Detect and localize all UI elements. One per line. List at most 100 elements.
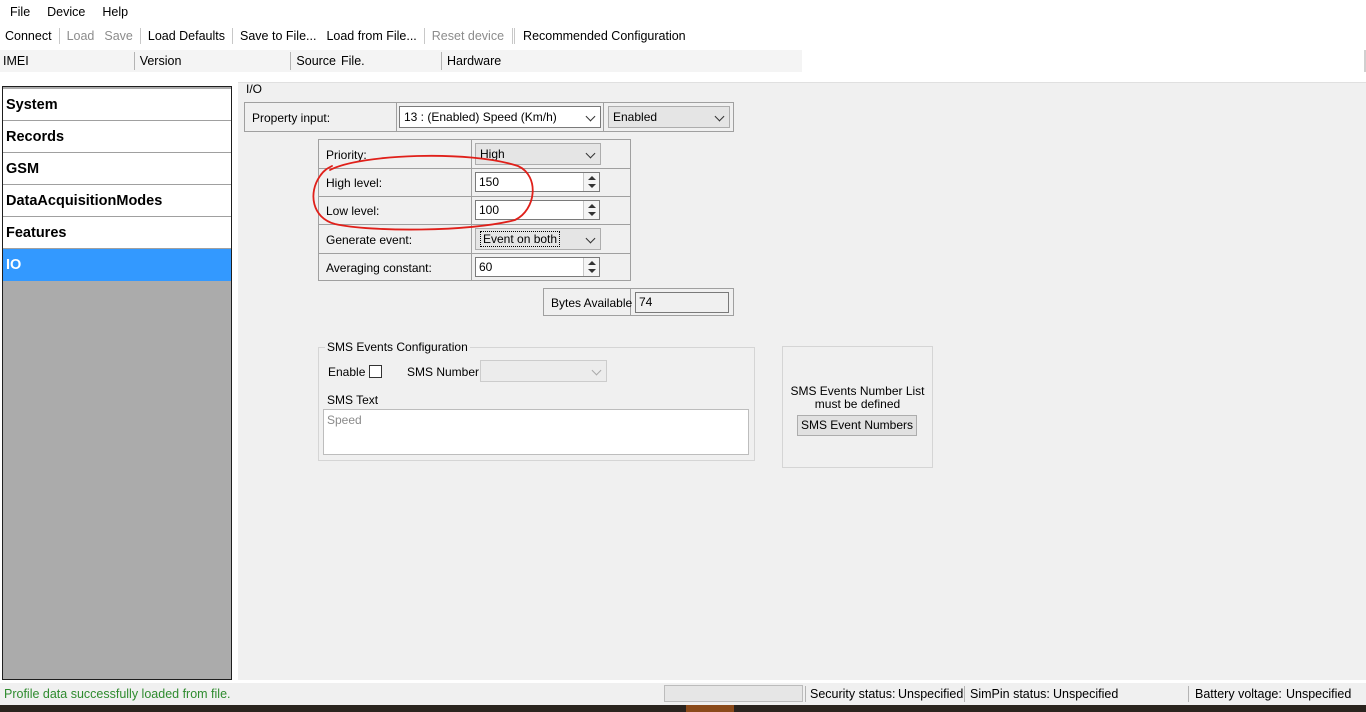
sms-event-numbers-button[interactable]: SMS Event Numbers: [797, 415, 917, 436]
enable-label: Enable: [328, 365, 366, 379]
version-value: [181, 51, 286, 71]
source-value: File.: [341, 54, 365, 68]
averaging-constant-value: 60: [479, 260, 493, 274]
reset-device-button[interactable]: Reset device: [427, 25, 509, 47]
high-level-stepper[interactable]: 150: [475, 172, 600, 192]
property-input-value: 13 : (Enabled) Speed (Km/h): [404, 110, 557, 124]
priority-select[interactable]: High: [475, 143, 601, 165]
arrow-up-icon: [588, 204, 596, 208]
toolbar-separator: [58, 28, 60, 44]
stepper-buttons[interactable]: [583, 258, 599, 276]
security-status-value: Unspecified: [898, 687, 964, 701]
sidebar-nav: System Records GSM DataAcquisitionModes …: [2, 86, 232, 680]
sms-text-area[interactable]: Speed: [323, 409, 749, 455]
imei-label: IMEI: [3, 54, 29, 68]
status-separator: [1188, 686, 1189, 702]
row-divider: [318, 253, 631, 254]
sms-numbers-notice: SMS Events Number List must be defined: [784, 385, 931, 411]
save-button[interactable]: Save: [99, 25, 138, 47]
sms-events-group-title: SMS Events Configuration: [325, 340, 470, 354]
cell-divider: [603, 102, 604, 132]
hardware-label: Hardware: [447, 54, 502, 68]
load-defaults-button[interactable]: Load Defaults: [143, 25, 230, 47]
chevron-down-icon: [585, 233, 596, 244]
sidebar-item-io[interactable]: IO: [3, 249, 231, 281]
enabled-select[interactable]: Enabled: [608, 106, 730, 128]
save-to-file-button[interactable]: Save to File...: [235, 25, 321, 47]
version-label: Version: [139, 54, 182, 68]
chevron-down-icon: [714, 111, 725, 122]
cell-divider: [471, 139, 472, 281]
status-message: Profile data successfully loaded from fi…: [4, 687, 231, 701]
status-separator: [805, 686, 806, 702]
load-button[interactable]: Load: [62, 25, 100, 47]
battery-voltage-value: Unspecified: [1286, 687, 1352, 701]
sms-number-label: SMS Number: [407, 365, 480, 379]
info-separator: [290, 52, 292, 70]
arrow-down-icon: [588, 212, 596, 216]
generate-event-label: Generate event:: [326, 233, 413, 247]
priority-value: High: [480, 147, 505, 161]
property-input-select[interactable]: 13 : (Enabled) Speed (Km/h): [399, 106, 601, 128]
menu-file[interactable]: File: [3, 0, 37, 24]
high-level-value: 150: [479, 175, 500, 189]
connect-button[interactable]: Connect: [0, 25, 57, 47]
toolbar-separator: [139, 28, 141, 44]
stepper-buttons[interactable]: [583, 173, 599, 191]
status-separator: [964, 686, 965, 702]
generate-event-value: Event on both: [480, 231, 561, 247]
page-title: I/O: [246, 82, 263, 96]
progress-bar: [664, 685, 803, 702]
battery-voltage-label: Battery voltage:: [1195, 687, 1282, 701]
bytes-available-value: 74: [635, 292, 729, 313]
source-label: Source: [296, 54, 337, 68]
toolbar-separator: [512, 28, 516, 44]
property-input-label: Property input:: [252, 111, 331, 125]
bytes-available-label: Bytes Available: [551, 296, 633, 310]
taskbar-highlight: [686, 705, 734, 712]
row-divider: [318, 168, 631, 169]
low-level-value: 100: [479, 203, 500, 217]
toolbar-separator: [423, 28, 425, 44]
sidebar-item-system[interactable]: System: [3, 89, 231, 121]
averaging-constant-stepper[interactable]: 60: [475, 257, 600, 277]
generate-event-select[interactable]: Event on both: [475, 228, 601, 250]
averaging-constant-label: Averaging constant:: [326, 261, 432, 275]
cell-divider: [396, 102, 397, 132]
sidebar-item-data-acquisition-modes[interactable]: DataAcquisitionModes: [3, 185, 231, 217]
chevron-down-icon: [585, 148, 596, 159]
simpin-status-value: Unspecified: [1053, 687, 1119, 701]
row-divider: [318, 224, 631, 225]
menu-bar: File Device Help: [0, 0, 1366, 24]
enable-checkbox[interactable]: [369, 365, 382, 378]
arrow-up-icon: [588, 261, 596, 265]
recommended-configuration-button[interactable]: Recommended Configuration: [518, 25, 691, 47]
stepper-buttons[interactable]: [583, 201, 599, 219]
low-level-label: Low level:: [326, 204, 380, 218]
sidebar-item-gsm[interactable]: GSM: [3, 153, 231, 185]
menu-device[interactable]: Device: [40, 0, 92, 24]
arrow-down-icon: [588, 184, 596, 188]
sms-text-label: SMS Text: [327, 393, 379, 407]
priority-label: Priority:: [326, 148, 367, 162]
sms-number-select[interactable]: [480, 360, 607, 382]
arrow-down-icon: [588, 269, 596, 273]
row-divider: [318, 196, 631, 197]
info-separator: [441, 52, 443, 70]
simpin-status-label: SimPin status:: [970, 687, 1050, 701]
load-from-file-button[interactable]: Load from File...: [321, 25, 421, 47]
device-info-bar: IMEI Version Source File. Hardware: [0, 50, 802, 72]
sms-numbers-notice-line2: must be defined: [814, 397, 901, 411]
high-level-label: High level:: [326, 176, 383, 190]
security-status-label: Security status:: [810, 687, 896, 701]
toolbar: Connect Load Save Load Defaults Save to …: [0, 24, 1366, 48]
chevron-down-icon: [585, 111, 596, 122]
menu-help[interactable]: Help: [95, 0, 135, 24]
sidebar-item-records[interactable]: Records: [3, 121, 231, 153]
low-level-stepper[interactable]: 100: [475, 200, 600, 220]
chevron-down-icon: [591, 365, 602, 376]
sidebar-item-features[interactable]: Features: [3, 217, 231, 249]
imei-value: [28, 51, 129, 71]
enabled-value: Enabled: [613, 110, 658, 124]
arrow-up-icon: [588, 176, 596, 180]
